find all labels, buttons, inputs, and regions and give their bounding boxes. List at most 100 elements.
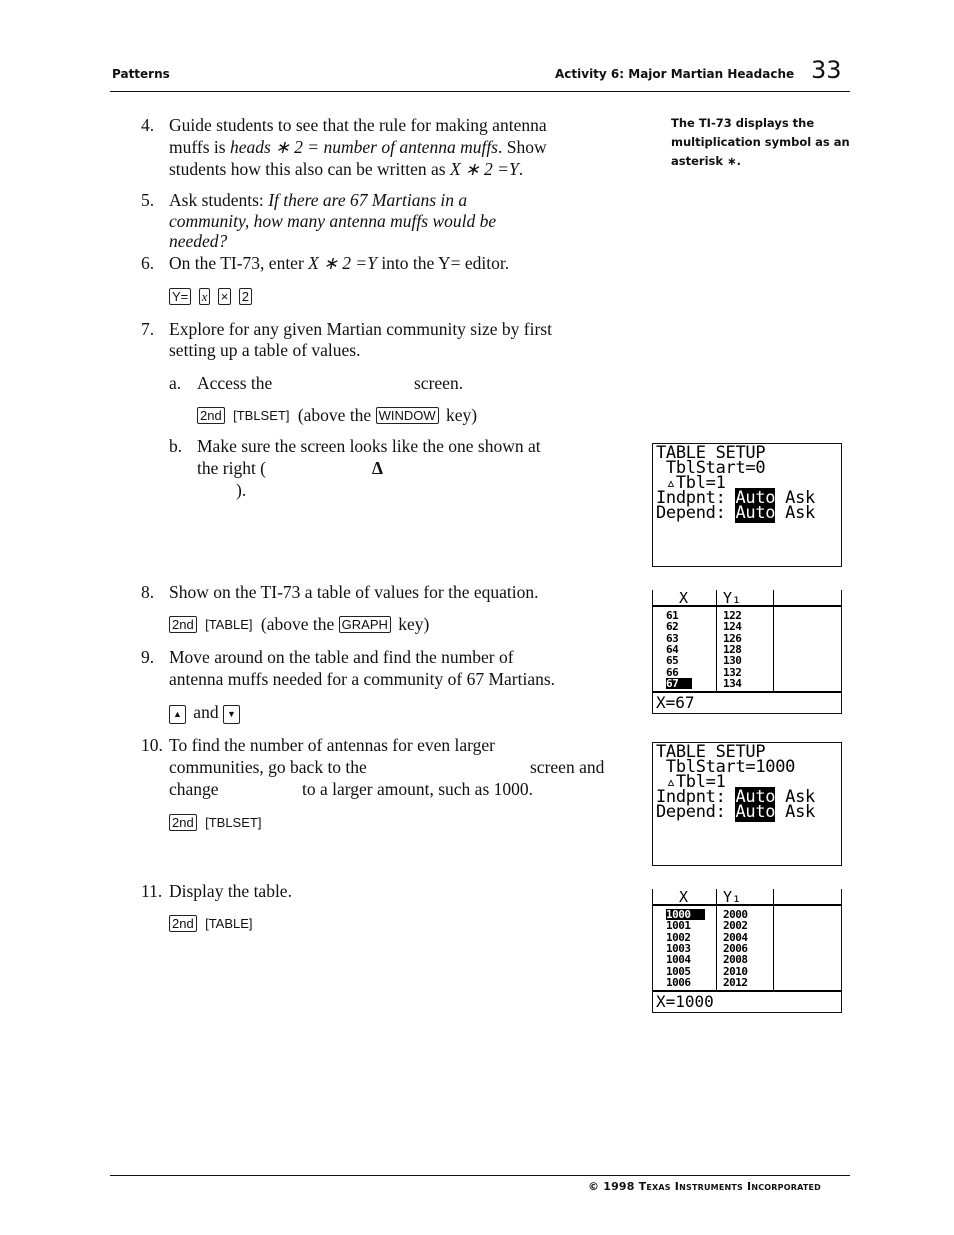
step-10-line-2b: screen and [530,757,605,777]
key-tblset: TBLSET [204,815,262,830]
key-graph: GRAPH [338,616,391,633]
table-cell-y1: 132 [723,665,742,679]
depend-label: Depend: [656,503,736,523]
step-8-number: 8. [141,582,155,602]
table-cell-x: 1004 [666,953,691,967]
table-cell-x: 1005 [666,964,691,978]
table-cell-y1: 2008 [723,953,748,967]
calculator-screen-table-1000: X Y₁ 1000 2000 1001 2002 1002 2004 1003 2006 100… [652,889,842,1013]
column-header-y1: Y₁ [723,589,742,607]
step-7a-keystrokes: 2nd TBLSET (above the WINDOW key) [197,404,477,426]
text: muffs is [169,137,230,157]
sidebar-note: The TI-73 displays the multiplication sy… [671,116,850,168]
depend-ask-option: Ask [775,802,815,822]
rule-italic: heads ∗ 2 = number of antenna muffs [229,137,498,157]
down-arrow-key-icon: ▼ [222,705,240,724]
step-8-keystrokes: 2nd TABLE (above the GRAPH key) [169,613,429,635]
step-7-line-2: setting up a table of values. [169,340,361,360]
step-4-number: 4. [141,115,155,135]
key-y-equals: Y= [169,288,192,305]
step-11-number: 11. [141,881,163,901]
table-cell-x: 65 [666,654,679,668]
step-4-line-1: Guide students to see that the rule for … [169,115,547,135]
step-11-keystrokes: 2nd TABLE [169,912,257,934]
table-cell-x: 1001 [666,919,691,933]
screen-status: X=1000 [656,992,714,1011]
step-7a-text-after: screen. [414,373,464,393]
key-table: TABLE [204,916,253,931]
text: (above the [260,614,335,634]
key-2nd: 2nd [197,407,225,424]
text: key) [446,405,478,425]
step-7-line-1: Explore for any given Martian community … [169,319,552,339]
equation-italic: X ∗ 2 =Y [449,159,519,179]
step-7b-line-2: the right ( [197,458,267,478]
header-rule [110,91,850,92]
table-cell-x: 1002 [666,930,691,944]
table-cell-y1: 2002 [723,919,748,933]
key-2nd: 2nd [169,616,197,633]
column-header-x: X [679,888,689,906]
step-7b-label: b. [169,436,183,456]
step-7-number: 7. [141,319,155,339]
text: Ask students: [169,190,269,210]
step-10-line-3b: to a larger amount, such as 1000. [302,779,534,799]
column-header-y1: Y₁ [723,888,742,906]
text: students how this also can be written as [169,159,450,179]
key-table: TABLE [204,617,253,632]
table-cell-x-selected: 67 [666,677,693,689]
step-9-line-2: antenna muffs needed for a community of … [169,669,556,689]
key-multiply: × [217,288,232,305]
running-header-activity: Activity 6: Major Martian Headache [555,67,795,81]
calculator-screen-table-setup: TABLE SETUP TblStart=0 ▵Tbl=1 Indpnt: Au… [652,443,842,567]
depend-line: Depend: Auto Ask [656,503,815,523]
key-2nd: 2nd [169,814,197,831]
running-header-section: Patterns [112,67,170,81]
step-8-line-1: Show on the TI-73 a table of values for … [169,582,539,602]
screen-status: X=67 [656,693,695,712]
key-2nd: 2nd [169,915,197,932]
key-x: x [198,288,211,305]
depend-line: Depend: Auto Ask [656,802,815,822]
step-5-number: 5. [141,190,155,210]
question-italic: needed? [169,231,228,251]
table-cell-x: 63 [666,631,679,645]
text: (above the [297,405,372,425]
header-rule [653,904,841,906]
step-10-line-2a: communities, go back to the [169,757,367,777]
step-6-line-1: On the TI-73, enter X ∗ 2 =Y into the Y=… [169,252,509,274]
step-9-line-1: Move around on the table and find the nu… [169,647,514,667]
up-arrow-key-icon: ▲ [169,705,186,724]
step-7a-text-before: Access the [197,373,273,393]
step-11-line-1: Display the table. [169,881,292,901]
depend-auto-option: Auto [735,802,776,822]
step-10-number: 10. [141,735,163,755]
step-7b-line-1: Make sure the screen looks like the one … [197,436,541,456]
table-cell-y1: 126 [723,631,742,645]
copyright-footer: © 1998 Texas Instruments Incorporated [588,1180,822,1193]
step-4-line-2: muffs is heads ∗ 2 = number of antenna m… [169,136,547,158]
depend-auto-option: Auto [735,503,776,523]
text: into the Y= editor. [376,253,510,273]
text: On the TI-73, enter [169,253,309,273]
table-cell-y1: 2010 [723,964,748,978]
text: key) [398,614,430,634]
step-7a-label: a. [169,373,182,393]
step-10-keystrokes: 2nd TBLSET [169,811,265,833]
step-10-line-1: To find the number of antennas for even … [169,735,495,755]
table-cell-y1: 124 [723,620,742,634]
text: and [193,702,219,722]
step-6-keystrokes: Y= x × 2 [169,285,255,307]
depend-label: Depend: [656,802,736,822]
step-5-line-3: needed? [169,230,227,252]
equation-italic: X ∗ 2 =Y [308,253,377,273]
step-7b-line-3: ). [236,480,247,500]
table-cell-y1: 2004 [723,930,748,944]
footer-rule [110,1175,850,1176]
step-9-keystrokes: ▲ and ▼ [169,701,243,724]
table-cell-x: 62 [666,620,679,634]
text: . Show [498,137,547,157]
page-number: 33 [811,56,842,84]
question-italic: If there are 67 Martians in a [268,190,468,210]
step-9-number: 9. [141,647,155,667]
